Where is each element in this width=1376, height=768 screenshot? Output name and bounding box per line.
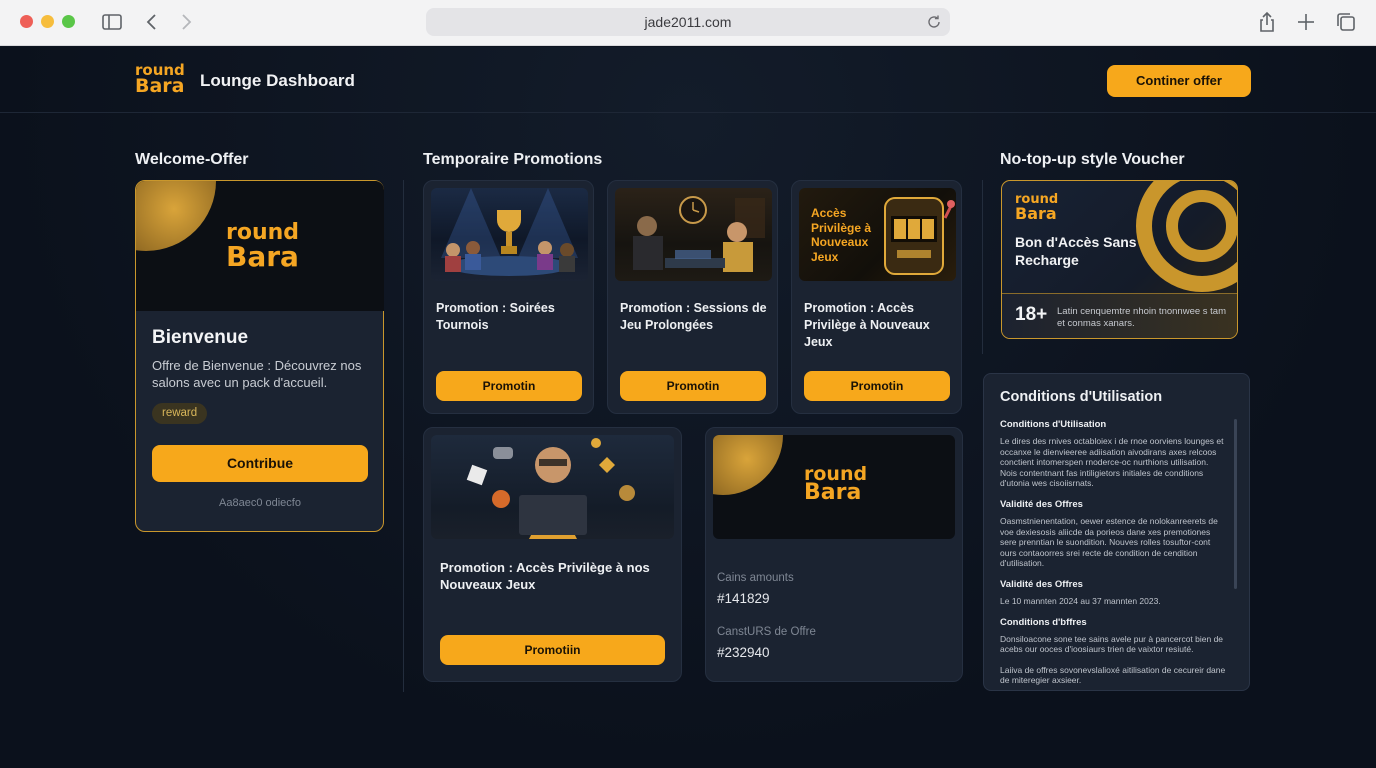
terms-paragraph: Donsiloacone sone tee sains avele pur à … xyxy=(1000,633,1224,655)
promo-title: Promotion : Sessions de Jeu Prolongées xyxy=(620,301,767,332)
welcome-logo: round Bara xyxy=(226,222,299,273)
terms-paragraph: Le 10 mannten 2024 au 37 mannten 2023. xyxy=(1000,595,1161,606)
age-restriction: 18+ xyxy=(1015,304,1048,325)
terms-heading: Conditions d'bffres xyxy=(1000,616,1087,628)
logo-line2: Bara xyxy=(804,480,862,506)
voucher-logo: round Bara xyxy=(1015,193,1058,224)
brand-logo[interactable]: round Bara xyxy=(135,63,185,97)
promotion-button[interactable]: Promotiin xyxy=(440,635,665,665)
section-title-voucher: No-top-up style Voucher xyxy=(1000,151,1185,168)
new-tab-icon[interactable] xyxy=(1295,11,1317,33)
promo-card-tournaments: Promotion : Soirées Tournois Promotin xyxy=(423,180,594,414)
reward-badge: reward xyxy=(152,403,208,424)
sidebar-toggle-icon[interactable] xyxy=(101,11,123,33)
logo-line2: Bara xyxy=(1015,204,1057,224)
terms-title: Conditions d'Utilisation xyxy=(1000,389,1163,405)
divider xyxy=(982,180,983,354)
minimize-window-button[interactable] xyxy=(41,15,54,28)
welcome-offer-card: round Bara Bienvenue Offre de Bienvenue … xyxy=(135,180,384,532)
banner-logo: round Bara xyxy=(804,464,867,506)
stat-label-offer: CanstURS de Offre xyxy=(717,626,816,638)
promo-title: Promotion : Accès Privilège à nos Nouvea… xyxy=(440,560,650,592)
stat-label-amounts: Cains amounts xyxy=(717,572,794,584)
app-header: round Bara Lounge Dashboard Continer off… xyxy=(0,47,1376,113)
stat-value-offer: #232940 xyxy=(717,645,770,660)
promo-title: Promotion : Soirées Tournois xyxy=(436,301,555,332)
promotion-button[interactable]: Promotin xyxy=(804,371,950,401)
welcome-title: Bienvenue xyxy=(152,327,249,348)
address-bar[interactable]: jade2011.com xyxy=(426,8,950,36)
promo-title: Promotion : Accès Privilège à Nouveaux J… xyxy=(804,301,930,349)
terms-paragraph: Laiiva de offres sovonevslalioxé aitilis… xyxy=(1000,664,1226,686)
maximize-window-button[interactable] xyxy=(62,15,75,28)
browser-toolbar: jade2011.com xyxy=(0,0,1376,46)
welcome-description: Offre de Bienvenue : Découvrez nos salon… xyxy=(152,358,362,390)
continue-offer-button[interactable]: Continer offer xyxy=(1107,65,1251,97)
offer-stats-card: round Bara Cains amounts #141829 CanstUR… xyxy=(705,427,963,682)
welcome-footer-text: Aa8aec0 odiecfo xyxy=(219,497,301,509)
promotion-button[interactable]: Promotin xyxy=(436,371,582,401)
welcome-hero-image: round Bara xyxy=(136,181,384,311)
terms-paragraph: Oasmstnienentation, oewer estence de nol… xyxy=(1000,515,1218,569)
contribue-button[interactable]: Contribue xyxy=(152,445,368,482)
logo-line2: Bara xyxy=(135,74,185,97)
promo-card-sessions: Promotion : Sessions de Jeu Prolongées P… xyxy=(607,180,778,414)
reload-icon[interactable] xyxy=(926,14,942,30)
url-text: jade2011.com xyxy=(644,14,732,30)
page: round Bara Lounge Dashboard Continer off… xyxy=(0,47,1376,768)
tournament-illustration xyxy=(431,188,588,281)
section-title-promotions: Temporaire Promotions xyxy=(423,151,603,168)
terms-heading: Validité des Offres xyxy=(1000,578,1083,590)
stat-value-amounts: #141829 xyxy=(717,591,770,606)
voucher-title: Bon d'Accès Sans Recharge xyxy=(1015,234,1137,268)
terms-scrollbar[interactable] xyxy=(1234,419,1237,589)
terms-heading: Conditions d'Utilisation xyxy=(1000,419,1107,430)
voucher-footer: 18+ Latin cenquemtre nhoin tnonnwee s ta… xyxy=(1002,293,1237,338)
voucher-card[interactable]: round Bara Bon d'Accès Sans Recharge 18+… xyxy=(1001,180,1238,339)
section-title-welcome: Welcome-Offer xyxy=(135,151,249,168)
promo-card-new-games: Accès Privilège à Nouveaux Jeux Promotio… xyxy=(791,180,962,414)
divider xyxy=(403,180,404,692)
gamer-illustration xyxy=(431,435,674,539)
tab-overview-icon[interactable] xyxy=(1335,11,1357,33)
forward-icon[interactable] xyxy=(175,11,197,33)
slot-machine-illustration: Accès Privilège à Nouveaux Jeux xyxy=(799,188,956,281)
terms-paragraph: Le dires des rnives octabloiex i de rnoe… xyxy=(1000,436,1224,489)
terms-heading: Validité des Offres xyxy=(1000,498,1083,510)
close-window-button[interactable] xyxy=(20,15,33,28)
voucher-fine-print: Latin cenquemtre nhoin tnonnwee s tam et… xyxy=(1057,306,1226,329)
back-icon[interactable] xyxy=(141,11,163,33)
logo-line2: Bara xyxy=(226,239,299,273)
promotion-button[interactable]: Promotin xyxy=(620,371,766,401)
terms-panel: Conditions d'Utilisation Conditions d'Ut… xyxy=(983,373,1250,691)
promo-card-new-games-wide: Promotion : Accès Privilège à nos Nouvea… xyxy=(423,427,682,682)
page-title: Lounge Dashboard xyxy=(200,71,355,90)
gaming-session-illustration xyxy=(615,188,772,281)
share-icon[interactable] xyxy=(1256,11,1278,33)
terms-body: Conditions d'Utilisation Le dires des rn… xyxy=(1000,419,1226,696)
brand-banner-image: round Bara xyxy=(713,435,955,539)
